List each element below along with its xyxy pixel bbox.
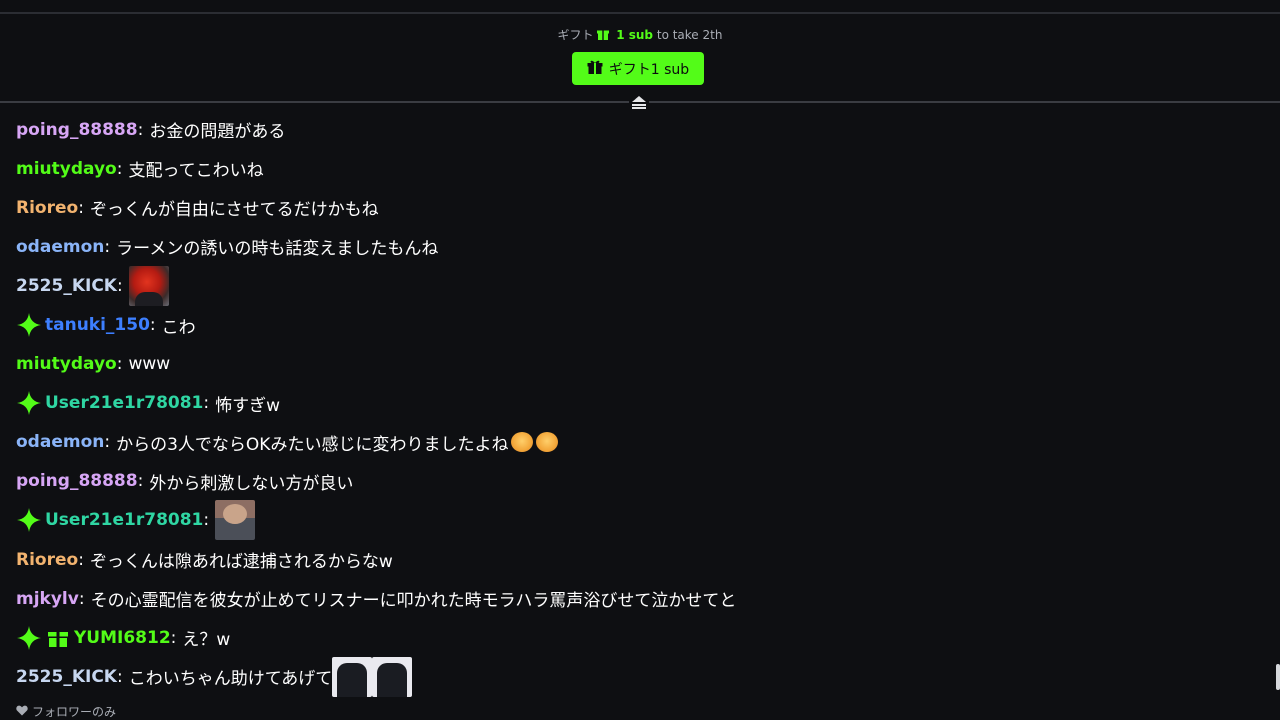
username-separator: : (203, 510, 210, 531)
username-separator: : (116, 666, 123, 687)
chat-message: User21e1r78081: 怖すぎw (16, 384, 1256, 423)
chat-username[interactable]: odaemon (16, 432, 104, 452)
followers-only-label: フォロワーのみ (32, 705, 117, 719)
chat-message: mjkylv: その心霊配信を彼女が止めてリスナーに叩かれた時モラハラ罵声浴びせて… (16, 579, 1256, 618)
chat-message: Rioreo: ぞっくんが自由にさせてるだけかもね (16, 188, 1256, 227)
chat-username[interactable]: User21e1r78081 (45, 393, 203, 413)
chat-message-text: お金の問題がある (149, 122, 286, 143)
chat-message: miutydayo: www (16, 345, 1256, 384)
chat-username[interactable]: tanuki_150 (45, 315, 150, 335)
username-separator: : (203, 393, 210, 414)
chat-username[interactable]: User21e1r78081 (45, 510, 203, 530)
username-separator: : (137, 471, 144, 492)
sparkle-badge-icon (16, 312, 42, 338)
sparkle-badge-icon (16, 625, 42, 651)
chat-username[interactable]: 2525_KICK (16, 276, 117, 296)
username-separator: : (78, 588, 85, 609)
chat-message-list: poing_88888: お金の問題がある miutydayo: 支配ってこわいね Ri… (16, 110, 1256, 697)
username-separator: : (116, 158, 123, 179)
chat-username[interactable]: miutydayo (16, 159, 117, 179)
chat-username[interactable]: Rioreo (16, 198, 78, 218)
chat-username[interactable]: odaemon (16, 237, 104, 257)
chat-message: 2525_KICK: こわいちゃん助けてあげて (16, 656, 1256, 697)
username-separator: : (116, 354, 123, 375)
chat-username[interactable]: YUMI6812 (74, 628, 171, 648)
chat-username[interactable]: poing_88888 (16, 120, 138, 140)
chat-message-text: 支配ってこわいね (128, 161, 264, 182)
chat-message-text: こわいちゃん助けてあげて (128, 669, 333, 690)
gift-banner-count: 1 sub (616, 28, 654, 42)
collapse-toggle[interactable] (629, 95, 649, 111)
gift-badge-icon (45, 625, 71, 651)
gift-icon (587, 59, 603, 79)
chat-message: poing_88888: 外から刺激しない方が良い (16, 462, 1256, 501)
chat-message: 2525_KICK: (16, 265, 1256, 306)
chat-username[interactable]: miutydayo (16, 354, 117, 374)
username-separator: : (104, 236, 111, 257)
chat-message-text: ぞっくんが自由にさせてるだけかもね (89, 200, 379, 221)
chat-message: tanuki_150: こわ (16, 305, 1256, 344)
chat-message-text: ラーメンの誘いの時も話変えましたもんね (116, 239, 439, 260)
chat-message-text: その心霊配信を彼女が止めてリスナーに叩かれた時モラハラ罵声浴びせて泣かせてと (90, 591, 737, 612)
hug-emoji (536, 432, 559, 453)
chat-message-text: 怖すぎw (215, 395, 281, 416)
chat-mode-indicator: フォロワーのみ (16, 703, 116, 720)
username-separator: : (170, 627, 177, 648)
gift-sub-button[interactable]: ギフト1 sub (572, 52, 704, 85)
username-separator: : (116, 275, 123, 296)
gift-icon (597, 28, 610, 43)
chat-username[interactable]: 2525_KICK (16, 667, 117, 687)
chat-message-text: こわ (161, 317, 196, 338)
username-separator: : (78, 197, 84, 218)
chat-message: User21e1r78081: (16, 500, 1256, 541)
chat-message: Rioreo: ぞっくんは隙あれば逮捕されるからなw (16, 540, 1256, 579)
red-emote (128, 265, 169, 306)
chat-username[interactable]: Rioreo (16, 550, 78, 570)
chat-username[interactable]: mjkylv (16, 589, 79, 609)
username-separator: : (149, 315, 156, 336)
gift-banner-prefix: ギフト (557, 28, 594, 42)
shirt-emote (372, 656, 413, 697)
username-separator: : (137, 119, 144, 140)
sparkle-badge-icon (16, 507, 42, 533)
chat-message-text: 外から刺激しない方が良い (149, 473, 354, 494)
chat-message-text: www (128, 354, 171, 375)
scrollbar-thumb[interactable] (1276, 664, 1280, 690)
chat-message: miutydayo: 支配ってこわいね (16, 149, 1256, 188)
chat-message: odaemon: からの3人でならOKみたい感じに変わりましたよね (16, 423, 1256, 462)
face-emote (215, 500, 256, 541)
gift-button-label: ギフト1 sub (608, 61, 690, 78)
username-separator: : (78, 549, 84, 570)
chat-username[interactable]: poing_88888 (16, 471, 138, 491)
gift-banner-suffix: to take 2th (656, 28, 723, 42)
chat-message: poing_88888: お金の問題がある (16, 110, 1256, 149)
chat-message: odaemon: ラーメンの誘いの時も話変えましたもんね (16, 227, 1256, 266)
chat-message: YUMI6812: え？w (16, 618, 1256, 657)
heart-icon (16, 705, 28, 719)
gift-leaderboard-banner: ギフト 1 sub to take 2th (0, 26, 1280, 43)
hug-emoji (511, 432, 534, 453)
username-separator: : (104, 432, 111, 453)
chat-message-text: ぞっくんは隙あれば逮捕されるからなw (89, 552, 393, 573)
chat-message-text: え？w (182, 630, 231, 651)
top-divider (0, 12, 1280, 14)
shirt-emote (332, 656, 373, 697)
sparkle-badge-icon (16, 390, 42, 416)
chat-message-text: からの3人でならOKみたい感じに変わりましたよね (116, 434, 509, 455)
